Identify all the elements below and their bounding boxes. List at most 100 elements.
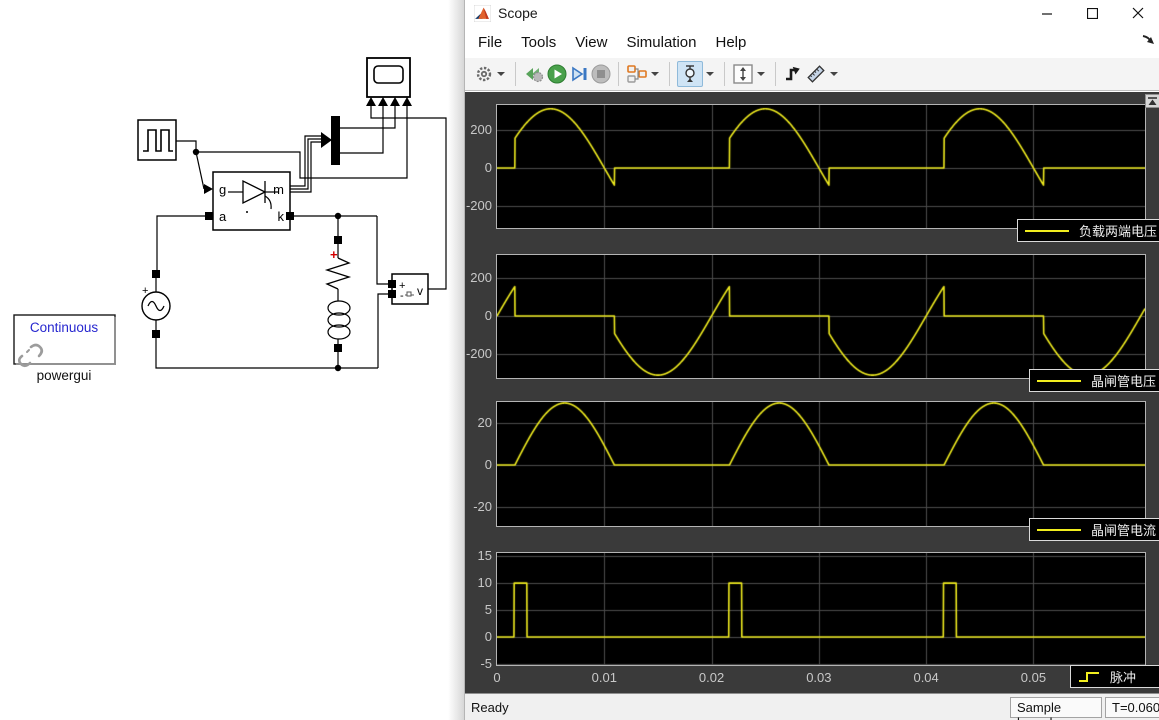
thyristor-block[interactable]: g m a k: [204, 172, 294, 230]
step-forward-button[interactable]: [569, 61, 589, 87]
legend-load-voltage[interactable]: 负载两端电压: [1017, 219, 1159, 242]
step-back-icon: [523, 64, 545, 84]
port-square: [334, 236, 342, 244]
source-plus-label: +: [142, 285, 148, 297]
settings-dropdown[interactable]: [497, 72, 505, 76]
y-tick-label: 0: [465, 630, 492, 644]
signal-selector-dropdown[interactable]: [651, 72, 659, 76]
port-label-g: g: [219, 182, 226, 197]
signal-selector-button[interactable]: [626, 61, 648, 87]
signal-selector-icon: [626, 64, 648, 84]
y-tick-label: -20: [465, 500, 492, 514]
subplot-3[interactable]: [496, 401, 1146, 527]
y-tick-label: 20: [465, 416, 492, 430]
port-square: [334, 344, 342, 352]
wire-plus-vm[interactable]: [377, 216, 388, 284]
powergui-block[interactable]: Continuous powergui: [14, 315, 115, 383]
menubar: File Tools View Simulation Help: [465, 26, 1159, 58]
screen: g m a k +: [0, 0, 1159, 720]
toolbar-separator: [515, 62, 516, 86]
legend-line-sample: [1037, 380, 1081, 382]
menu-view[interactable]: View: [575, 34, 607, 51]
rlc-plus-label: +: [330, 247, 338, 262]
minimize-button[interactable]: [1025, 0, 1070, 26]
zoom-tool-button[interactable]: [677, 61, 703, 87]
port-square: [152, 270, 160, 278]
scope-block[interactable]: [366, 58, 412, 106]
y-tick-label: -200: [465, 347, 492, 361]
junction-dot: [193, 149, 199, 155]
port-square: [388, 280, 396, 288]
vm-minus-label: -: [400, 290, 404, 302]
port-square: [388, 290, 396, 298]
maximize-button[interactable]: [1070, 0, 1115, 26]
subplot-1[interactable]: [496, 104, 1146, 229]
dock-arrow-icon[interactable]: [1142, 34, 1156, 46]
step-forward-icon: [569, 64, 589, 84]
wire-pulse-out[interactable]: [176, 141, 196, 152]
inductor-icon: [328, 301, 350, 339]
settings-button[interactable]: [474, 61, 494, 87]
port-square: [152, 330, 160, 338]
wire-source-bottom[interactable]: [156, 338, 378, 368]
port-square: [205, 212, 213, 220]
toolbar-separator: [618, 62, 619, 86]
legend-line-sample: [1037, 529, 1081, 531]
subplot-4[interactable]: [496, 552, 1146, 666]
scope-input-arrow-2: [378, 97, 388, 106]
port-label-k: k: [278, 209, 285, 224]
status-sample-mode: Sample based: [1010, 697, 1102, 718]
run-icon: [547, 64, 567, 84]
menu-file[interactable]: File: [478, 34, 502, 51]
legend-step-sample: [1078, 670, 1102, 683]
wire-demux-out1[interactable]: [340, 106, 395, 128]
fit-to-view-dropdown[interactable]: [757, 72, 765, 76]
wire-a-to-source[interactable]: [157, 216, 209, 270]
fit-to-view-button[interactable]: [732, 61, 754, 87]
scroll-up-button[interactable]: [1145, 94, 1159, 108]
legend-thyristor-current[interactable]: 晶闸管电流: [1029, 518, 1159, 541]
x-tick-label: 0.02: [699, 670, 724, 685]
wire-pulse-to-gate[interactable]: [196, 152, 204, 189]
legend-label: 负载两端电压: [1079, 221, 1157, 240]
pulse-generator-block[interactable]: [138, 120, 176, 160]
wire-m-bundle-3[interactable]: [290, 142, 322, 192]
legend-label: 晶闸管电压: [1091, 371, 1156, 390]
measurements-button[interactable]: [805, 61, 827, 87]
status-ready: Ready: [471, 700, 509, 715]
run-button[interactable]: [547, 61, 567, 87]
demux-block[interactable]: [321, 116, 340, 165]
wire-demux-out2[interactable]: [340, 106, 383, 153]
port-square: [286, 212, 294, 220]
y-tick-label: -5: [465, 657, 492, 671]
close-button[interactable]: [1115, 0, 1159, 26]
simulink-canvas[interactable]: g m a k +: [0, 0, 464, 720]
y-tick-label: 0: [465, 309, 492, 323]
scope-input-arrow-3: [390, 97, 400, 106]
trigger-button[interactable]: [783, 61, 803, 87]
wire-pulse-to-scope4[interactable]: [196, 106, 407, 178]
toolbar-separator: [669, 62, 670, 86]
scope-input-arrow-1: [366, 97, 376, 106]
measurements-dropdown[interactable]: [830, 72, 838, 76]
titlebar: Scope: [465, 0, 1159, 26]
menu-tools[interactable]: Tools: [521, 34, 556, 51]
zoom-tool-icon: [681, 64, 699, 84]
legend-thyristor-voltage[interactable]: 晶闸管电压: [1029, 369, 1159, 392]
wire-m-bundle-2[interactable]: [290, 139, 322, 189]
voltage-measurement-block[interactable]: + - v: [388, 274, 428, 304]
stop-button[interactable]: [591, 61, 611, 87]
legend-line-sample: [1025, 230, 1069, 232]
port-label-a: a: [219, 209, 227, 224]
wire-minus-vm[interactable]: [378, 294, 388, 368]
menu-help[interactable]: Help: [716, 34, 747, 51]
window-title: Scope: [498, 5, 538, 21]
subplot-2[interactable]: [496, 254, 1146, 379]
legend-pulse[interactable]: 脉冲: [1070, 665, 1159, 688]
wire-vm-to-scope1[interactable]: [371, 106, 446, 289]
zoom-tool-dropdown[interactable]: [706, 72, 714, 76]
series-rlc-branch-block[interactable]: +: [327, 236, 350, 352]
vm-v-label: v: [417, 284, 423, 298]
menu-simulation[interactable]: Simulation: [626, 34, 696, 51]
step-back-button[interactable]: [523, 61, 545, 87]
